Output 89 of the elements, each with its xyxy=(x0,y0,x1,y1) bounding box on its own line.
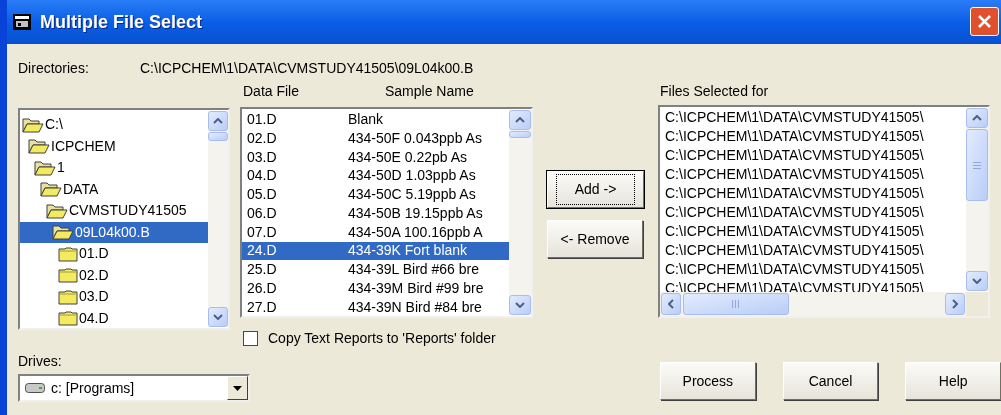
up-chevron-icon xyxy=(515,117,525,123)
folder-icon xyxy=(58,245,78,262)
file-path-row[interactable]: C:\ICPCHEM\1\DATA\CVMSTUDY41505\ xyxy=(665,165,966,184)
vertical-scrollbar[interactable] xyxy=(509,110,531,315)
directories-label: Directories: xyxy=(18,58,90,78)
file-path-row[interactable]: C:\ICPCHEM\1\DATA\CVMSTUDY41505\ xyxy=(665,203,966,222)
drives-label: Drives: xyxy=(18,352,63,370)
folder-icon xyxy=(58,288,78,305)
drive-value: c: [Programs] xyxy=(51,378,136,398)
left-chevron-icon xyxy=(668,299,674,309)
file-path-row[interactable]: C:\ICPCHEM\1\DATA\CVMSTUDY41505\ xyxy=(665,146,966,165)
grip-icon xyxy=(973,161,981,169)
tree-item[interactable]: C:\ xyxy=(20,114,208,136)
open-folder-icon xyxy=(34,159,56,176)
down-chevron-icon xyxy=(515,302,525,308)
close-button[interactable] xyxy=(970,6,999,36)
file-path-row[interactable]: C:\ICPCHEM\1\DATA\CVMSTUDY41505\ xyxy=(665,241,966,260)
down-chevron-icon xyxy=(213,314,223,320)
scroll-thumb[interactable] xyxy=(509,131,531,138)
down-chevron-icon xyxy=(972,278,982,284)
scrollbar-corner xyxy=(966,292,988,316)
tree-item[interactable]: 02.D xyxy=(20,264,208,286)
open-folder-icon xyxy=(22,116,44,133)
open-folder-icon xyxy=(46,202,68,219)
drive-dropdown[interactable]: c: [Programs] xyxy=(18,374,250,402)
scroll-right-button[interactable] xyxy=(945,293,965,315)
horizontal-scrollbar[interactable] xyxy=(660,292,966,316)
data-file-row[interactable]: 25.D 434-39L Bird #66 bre xyxy=(242,260,509,280)
tree-item[interactable]: 1 xyxy=(20,157,208,179)
file-path-row[interactable]: C:\ICPCHEM\1\DATA\CVMSTUDY41505\ xyxy=(665,127,966,146)
tree-item[interactable]: DATA xyxy=(20,178,208,200)
data-file-row[interactable]: 04.D 434-50D 1.03ppb As xyxy=(242,166,509,186)
dialog-button[interactable]: Help xyxy=(905,362,1001,400)
data-file-row[interactable]: 24.D 434-39K Fort blank xyxy=(242,241,509,261)
folder-icon xyxy=(58,267,78,284)
scroll-thumb[interactable] xyxy=(683,293,789,315)
file-path-row[interactable]: C:\ICPCHEM\1\DATA\CVMSTUDY41505\ xyxy=(665,260,966,279)
data-file-row[interactable]: 07.D 434-50A 100.16ppb A xyxy=(242,222,509,242)
data-file-row[interactable]: 02.D 434-50F 0.043ppb As xyxy=(242,128,509,148)
column-header: Data File xyxy=(242,81,301,101)
directory-path: C:\ICPCHEM\1\DATA\CVMSTUDY41505\09L04k00.B xyxy=(140,58,474,78)
open-folder-icon xyxy=(52,224,74,241)
scroll-thumb[interactable] xyxy=(966,129,988,201)
checkbox[interactable] xyxy=(243,330,258,346)
file-path-row[interactable]: C:\ICPCHEM\1\DATA\CVMSTUDY41505\ xyxy=(665,108,966,127)
file-path-row[interactable]: C:\ICPCHEM\1\DATA\CVMSTUDY41505\ xyxy=(665,184,966,203)
folder-icon xyxy=(58,310,78,327)
window-icon xyxy=(12,13,32,31)
dropdown-arrow-button[interactable] xyxy=(227,376,248,400)
scroll-up-button[interactable] xyxy=(966,108,988,128)
right-chevron-icon xyxy=(952,299,958,309)
data-file-row[interactable]: 01.D Blank xyxy=(242,110,509,129)
data-file-row[interactable]: 05.D 434-50C 5.19ppb As xyxy=(242,185,509,204)
column-header: Sample Name xyxy=(385,81,474,101)
data-file-row[interactable]: 06.D 434-50B 19.15ppb As xyxy=(242,204,509,223)
close-icon xyxy=(977,13,992,29)
scroll-left-button[interactable] xyxy=(661,293,681,315)
grip-icon xyxy=(731,300,741,308)
vertical-scrollbar[interactable] xyxy=(966,108,988,291)
window-title: Multiple File Select xyxy=(40,10,203,34)
files-selected-label: Files Selected for xyxy=(659,82,770,101)
tree-item[interactable]: 01.D xyxy=(20,243,208,265)
up-chevron-icon xyxy=(213,118,223,124)
scroll-up-button[interactable] xyxy=(208,111,228,131)
caret-icon xyxy=(233,385,242,391)
scroll-down-button[interactable] xyxy=(208,307,228,327)
vertical-scrollbar[interactable] xyxy=(208,111,228,327)
up-chevron-icon xyxy=(972,115,982,121)
tree-item[interactable]: 04.D xyxy=(20,307,208,328)
transfer-button[interactable]: <- Remove xyxy=(547,220,643,258)
scroll-thumb[interactable] xyxy=(208,132,228,141)
tree-item[interactable]: 09L04k00.B xyxy=(20,221,208,243)
drive-icon xyxy=(25,382,45,394)
tree-item[interactable]: CVMSTUDY41505 xyxy=(20,200,208,222)
data-file-row[interactable]: 27.D 434-39N Bird #84 bre xyxy=(242,297,509,316)
checkbox-label: Copy Text Reports to 'Reports' folder xyxy=(268,328,496,348)
tree-item[interactable]: 03.D xyxy=(20,286,208,308)
scroll-up-button[interactable] xyxy=(509,110,531,130)
data-file-row[interactable]: 03.D 434-50E 0.22pb As xyxy=(242,147,509,167)
dialog-button[interactable]: Process xyxy=(660,362,756,400)
scroll-down-button[interactable] xyxy=(509,295,531,315)
tree-item[interactable]: ICPCHEM xyxy=(20,135,208,157)
open-folder-icon xyxy=(28,138,50,155)
scroll-down-button[interactable] xyxy=(966,271,988,291)
open-folder-icon xyxy=(40,181,62,198)
data-file-row[interactable]: 26.D 434-39M Bird #99 bre xyxy=(242,279,509,298)
file-path-row[interactable]: C:\ICPCHEM\1\DATA\CVMSTUDY41505\ xyxy=(665,222,966,241)
dialog-button[interactable]: Cancel xyxy=(782,362,879,400)
transfer-button[interactable]: Add -> xyxy=(547,171,644,208)
